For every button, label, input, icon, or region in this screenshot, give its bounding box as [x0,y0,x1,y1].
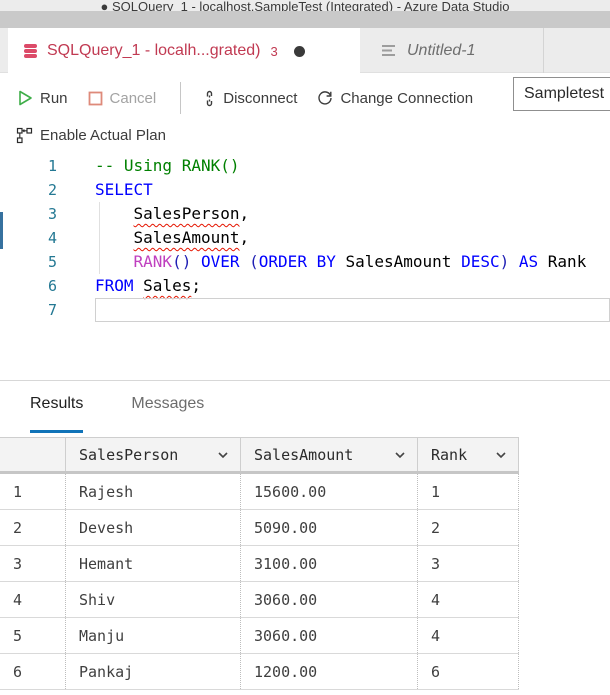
sql-editor[interactable]: 1-- Using RANK()2SELECT3 SalesPerson,4 S… [0,154,610,380]
grid-body: 1Rajesh15600.0012Devesh5090.0023Hemant31… [0,474,519,690]
table-cell[interactable]: 3 [418,546,519,581]
column-header-salesamount[interactable]: SalesAmount [241,438,418,471]
row-number-cell[interactable]: 3 [0,546,66,581]
table-cell[interactable]: 5090.00 [241,510,418,545]
chevron-down-icon[interactable] [393,448,407,462]
column-header-rank[interactable]: Rank [418,438,519,471]
row-number-cell[interactable]: 2 [0,510,66,545]
table-row[interactable]: 4Shiv3060.004 [0,582,519,618]
chevron-down-icon[interactable] [494,448,508,462]
code-line[interactable]: 4 SalesAmount, [0,226,610,250]
code-text: SalesAmount, [95,226,610,250]
cancel-icon [88,91,103,106]
table-cell[interactable]: 4 [418,618,519,653]
table-cell[interactable]: Manju [66,618,241,653]
toolbar-separator [180,82,181,114]
indent-guide [99,202,100,274]
tab-sqlquery1[interactable]: SQLQuery_1 - localh...grated) 3 [8,28,360,74]
database-dropdown[interactable]: Sampletest [513,77,610,111]
table-cell[interactable]: 3060.00 [241,618,418,653]
table-row[interactable]: 2Devesh5090.002 [0,510,519,546]
table-row[interactable]: 5Manju3060.004 [0,618,519,654]
row-number-cell[interactable]: 1 [0,474,66,509]
column-header-salesperson[interactable]: SalesPerson [66,438,241,471]
line-number: 3 [0,202,95,226]
enable-actual-plan-button[interactable]: Enable Actual Plan [16,127,166,144]
line-number: 2 [0,178,95,202]
row-number-cell[interactable]: 6 [0,654,66,689]
code-text: RANK() OVER (ORDER BY SalesAmount DESC) … [95,250,610,274]
table-cell[interactable]: Shiv [66,582,241,617]
grid-header-row: SalesPerson SalesAmount Rank [0,437,519,474]
table-cell[interactable]: Rajesh [66,474,241,509]
unsaved-dot-icon[interactable] [294,46,305,57]
results-panel-tabs: Results Messages [0,381,610,433]
line-number: 4 [0,226,95,250]
code-text: -- Using RANK() [95,154,610,178]
row-number-cell[interactable]: 5 [0,618,66,653]
table-cell[interactable]: 3060.00 [241,582,418,617]
tab-untitled1[interactable]: Untitled-1 [362,28,544,73]
row-number-cell[interactable]: 4 [0,582,66,617]
line-number: 6 [0,274,95,298]
table-row[interactable]: 1Rajesh15600.001 [0,474,519,510]
panel-tab-results[interactable]: Results [30,395,83,433]
code-text: SELECT [95,178,610,202]
code-line[interactable]: 1-- Using RANK() [0,154,610,178]
table-row[interactable]: 3Hemant3100.003 [0,546,519,582]
query-toolbar: Run Cancel [0,74,610,154]
code-line[interactable]: 2SELECT [0,178,610,202]
results-grid: SalesPersonSalesAmountRank 1Rajesh15600.… [0,437,519,690]
disconnect-button[interactable]: Disconnect [203,90,297,107]
table-cell[interactable]: 6 [418,654,519,689]
azure-data-studio-window: ● SQLQuery_1 - localhost.SampleTest (Int… [0,0,610,695]
problems-badge: 3 [270,44,277,59]
table-cell[interactable]: 15600.00 [241,474,418,509]
window-title: ● SQLQuery_1 - localhost.SampleTest (Int… [0,0,610,11]
column-label: Rank [431,446,467,464]
line-number: 7 [0,298,95,322]
chevron-down-icon[interactable] [216,448,230,462]
cancel-button[interactable]: Cancel [88,90,157,107]
column-label: SalesPerson [79,446,178,464]
table-cell[interactable]: Hemant [66,546,241,581]
query-plan-icon [16,127,33,144]
run-icon [18,90,33,106]
table-cell[interactable]: 1200.00 [241,654,418,689]
table-cell[interactable]: Pankaj [66,654,241,689]
code-text [95,298,610,322]
code-line[interactable]: 7 [0,298,610,322]
table-cell[interactable]: 2 [418,510,519,545]
code-line[interactable]: 3 SalesPerson, [0,202,610,226]
change-connection-button[interactable]: Change Connection [317,90,473,107]
change-connection-icon [317,90,333,106]
code-line[interactable]: 5 RANK() OVER (ORDER BY SalesAmount DESC… [0,250,610,274]
tab-label: SQLQuery_1 - localh...grated) [47,42,260,60]
line-number: 1 [0,154,95,178]
code-text: SalesPerson, [95,202,610,226]
code-text: FROM Sales; [95,274,610,298]
code-line[interactable]: 6FROM Sales; [0,274,610,298]
database-icon [22,43,39,59]
table-row[interactable]: 6Pankaj1200.006 [0,654,519,690]
run-button[interactable]: Run [18,90,68,107]
disconnect-icon [203,90,216,107]
grid-corner-cell[interactable] [0,438,66,471]
table-cell[interactable]: 4 [418,582,519,617]
activity-bar-strip [0,212,3,249]
titlebar: ● SQLQuery_1 - localhost.SampleTest (Int… [0,0,610,28]
tab-label: Untitled-1 [407,42,475,60]
list-icon [382,44,397,57]
editor-tabbar: SQLQuery_1 - localh...grated) 3 Untitled… [0,28,610,73]
table-cell[interactable]: Devesh [66,510,241,545]
line-number: 5 [0,250,95,274]
table-cell[interactable]: 3100.00 [241,546,418,581]
column-label: SalesAmount [254,446,353,464]
table-cell[interactable]: 1 [418,474,519,509]
panel-tab-messages[interactable]: Messages [131,395,204,433]
titlebar-band [0,11,610,28]
